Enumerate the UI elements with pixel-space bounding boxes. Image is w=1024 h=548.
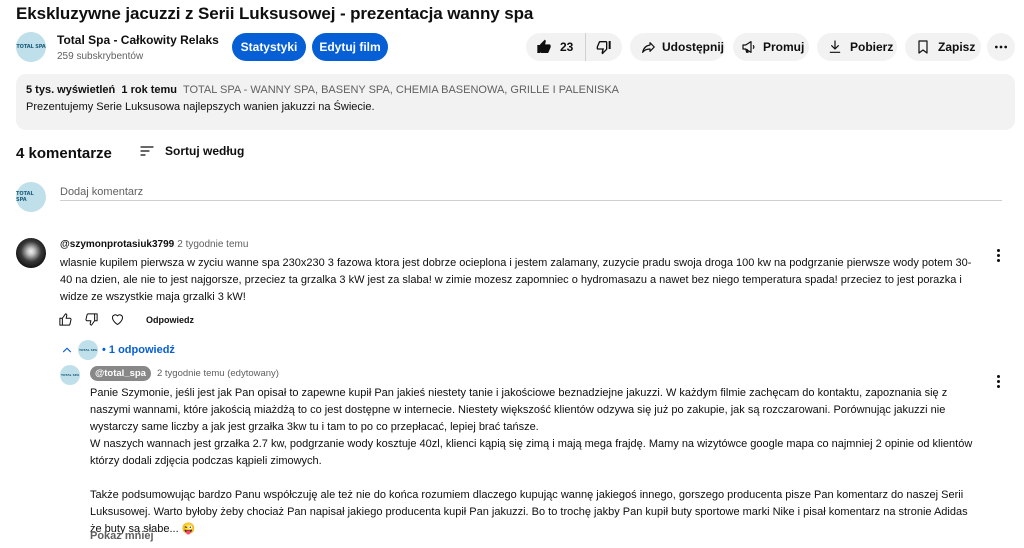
sort-icon: [140, 146, 154, 156]
current-user-logo-text: TOTAL SPA: [16, 191, 34, 203]
channel-name[interactable]: Total Spa - Całkowity Relaks: [57, 33, 219, 47]
download-icon: [829, 40, 841, 53]
creator-heart-button[interactable]: [110, 312, 136, 327]
reply-time[interactable]: 2 tygodnie temu (edytowany): [157, 368, 279, 379]
like-count: 23: [560, 40, 574, 54]
show-less-button[interactable]: Pokaż mniej: [90, 530, 154, 542]
share-label: Udostępnij: [662, 40, 724, 54]
reply-text: Panie Szymonie, jeśli jest jak Pan opisa…: [90, 385, 980, 538]
more-horizontal-icon: [995, 45, 1007, 49]
comment-like-button[interactable]: [58, 312, 84, 327]
thumbs-down-icon: [596, 41, 611, 55]
dislike-button[interactable]: [586, 33, 622, 61]
thumbs-up-icon: [537, 39, 551, 53]
thumbs-down-outline-icon: [85, 313, 98, 326]
comment-text: wlasnie kupilem pierwsza w zyciu wanne s…: [60, 257, 972, 303]
like-button[interactable]: 23: [526, 33, 586, 61]
comment-actions: Odpowiedz: [58, 312, 194, 327]
statistics-button[interactable]: Statystyki: [232, 33, 306, 61]
share-arrow-icon: [642, 42, 655, 53]
current-user-avatar: TOTAL SPA: [16, 182, 46, 212]
more-actions-button[interactable]: [987, 33, 1015, 61]
reply-logo-text: TOTAL SPA: [60, 373, 80, 377]
comment-time[interactable]: 2 tygodnie temu: [177, 239, 248, 250]
description-tags: TOTAL SPA - WANNY SPA, BASENY SPA, CHEMI…: [182, 84, 620, 96]
sort-label: Sortuj według: [165, 144, 245, 158]
channel-avatar[interactable]: TOTAL SPA: [16, 32, 46, 62]
description-meta: 5 tys. wyświetleń 1 rok temu TOTAL SPA -…: [26, 84, 619, 96]
sort-comments-button[interactable]: Sortuj według: [139, 143, 244, 159]
reply-paragraph-1: Panie Szymonie, jeśli jest jak Pan opisa…: [90, 387, 948, 433]
reply-author-mini-avatar: TOTAL SPA: [78, 340, 98, 360]
video-title: Ekskluzywne jacuzzi z Serii Luksusowej -…: [16, 4, 534, 23]
reply-paragraph-3: Także podsumowując bardzo Panu współczuj…: [90, 489, 968, 535]
reply-menu-button[interactable]: [994, 375, 1002, 388]
megaphone-icon: [742, 41, 755, 53]
reply-button[interactable]: Odpowiedz: [146, 315, 194, 325]
upload-age: 1 rok temu: [121, 84, 178, 96]
description-text: Prezentujemy Serie Luksusowa najlepszych…: [26, 101, 375, 113]
reply-header: @total_spa 2 tygodnie temu (edytowany): [90, 366, 279, 381]
save-button[interactable]: Zapisz: [905, 33, 981, 61]
comment-dislike-button[interactable]: [84, 312, 110, 327]
download-button[interactable]: Pobierz: [817, 33, 897, 61]
thumbs-up-outline-icon: [59, 313, 72, 326]
reply-avatar[interactable]: TOTAL SPA: [60, 365, 80, 385]
download-label: Pobierz: [850, 40, 894, 54]
comment-author[interactable]: @szymonprotasiuk3799: [60, 239, 174, 250]
comment-header: @szymonprotasiuk3799 2 tygodnie temu: [60, 239, 248, 250]
replies-count: • 1 odpowiedź: [102, 344, 175, 356]
commenter-avatar[interactable]: [16, 238, 46, 268]
mini-logo-text: TOTAL SPA: [78, 348, 98, 352]
subscriber-count: 259 subskrybentów: [57, 51, 144, 62]
bookmark-icon: [918, 40, 928, 54]
channel-logo-text: TOTAL SPA: [16, 44, 46, 50]
comments-count: 4 komentarze: [16, 145, 112, 162]
promote-button[interactable]: Promuj: [733, 33, 809, 61]
chevron-up-icon: [62, 347, 72, 353]
share-button[interactable]: Udostępnij: [630, 33, 725, 61]
reply-paragraph-2: W naszych wannach jest grzałka 2.7 kw, p…: [90, 438, 973, 467]
heart-outline-icon: [112, 314, 123, 325]
like-dislike-group: 23: [526, 33, 622, 61]
description-box[interactable]: 5 tys. wyświetleń 1 rok temu TOTAL SPA -…: [16, 74, 1015, 130]
add-comment-input[interactable]: [60, 183, 1002, 201]
comment-menu-button[interactable]: [994, 249, 1002, 262]
save-label: Zapisz: [938, 40, 976, 54]
edit-video-button[interactable]: Edytuj film: [312, 33, 388, 61]
replies-toggle[interactable]: TOTAL SPA • 1 odpowiedź: [60, 340, 175, 360]
reply-author-badge[interactable]: @total_spa: [90, 366, 151, 381]
view-count: 5 tys. wyświetleń: [26, 84, 116, 96]
promote-label: Promuj: [763, 40, 805, 54]
